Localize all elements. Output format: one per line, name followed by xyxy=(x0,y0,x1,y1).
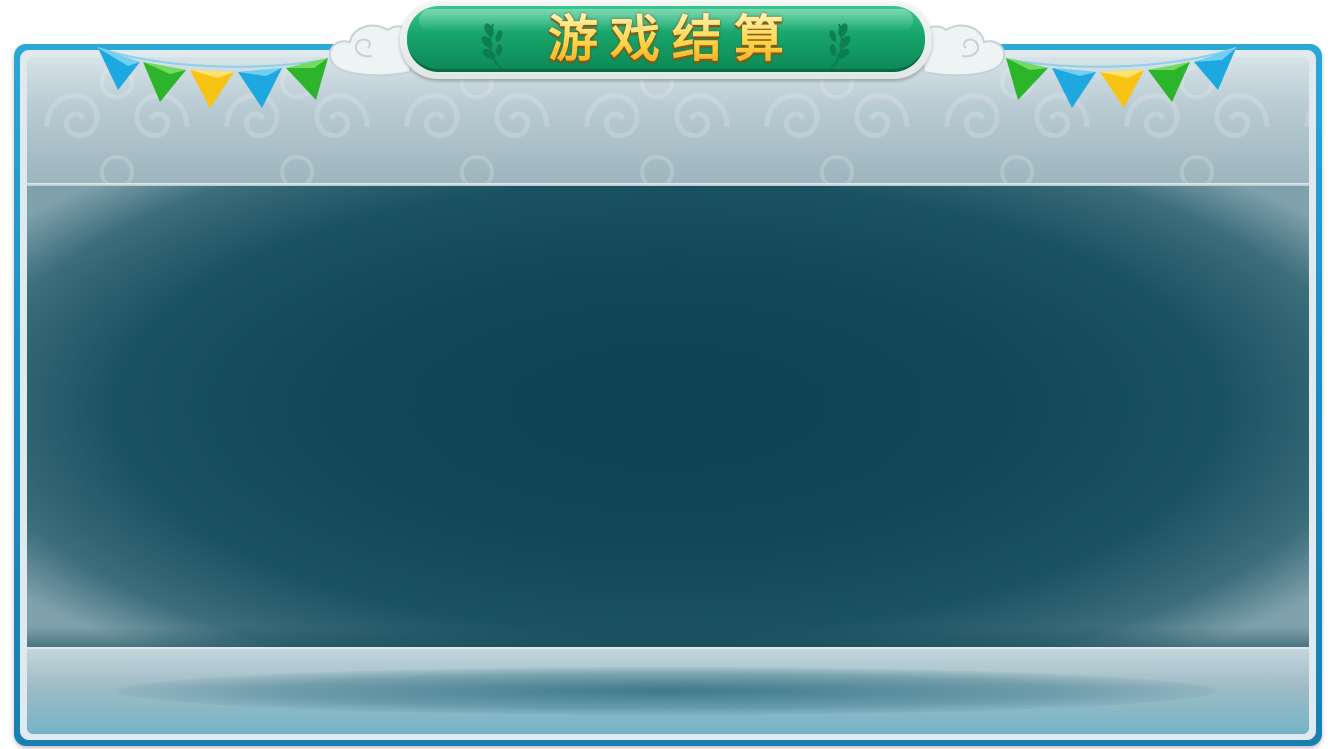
blue-flag xyxy=(1052,68,1096,108)
settlement-screen: 游戏结算 xyxy=(0,0,1334,749)
footer-divider xyxy=(27,647,1309,649)
footer-shadow-glow xyxy=(117,667,1217,715)
content-shadow xyxy=(27,627,1309,649)
green-flag xyxy=(1148,62,1190,102)
results-content-area xyxy=(27,186,1309,647)
title-plaque: 游戏结算 xyxy=(407,6,925,72)
page-title: 游戏结算 xyxy=(407,8,925,69)
blue-flag xyxy=(1194,48,1236,90)
green-flag xyxy=(1006,58,1048,100)
settlement-panel xyxy=(27,57,1309,734)
yellow-flag xyxy=(1100,70,1144,108)
